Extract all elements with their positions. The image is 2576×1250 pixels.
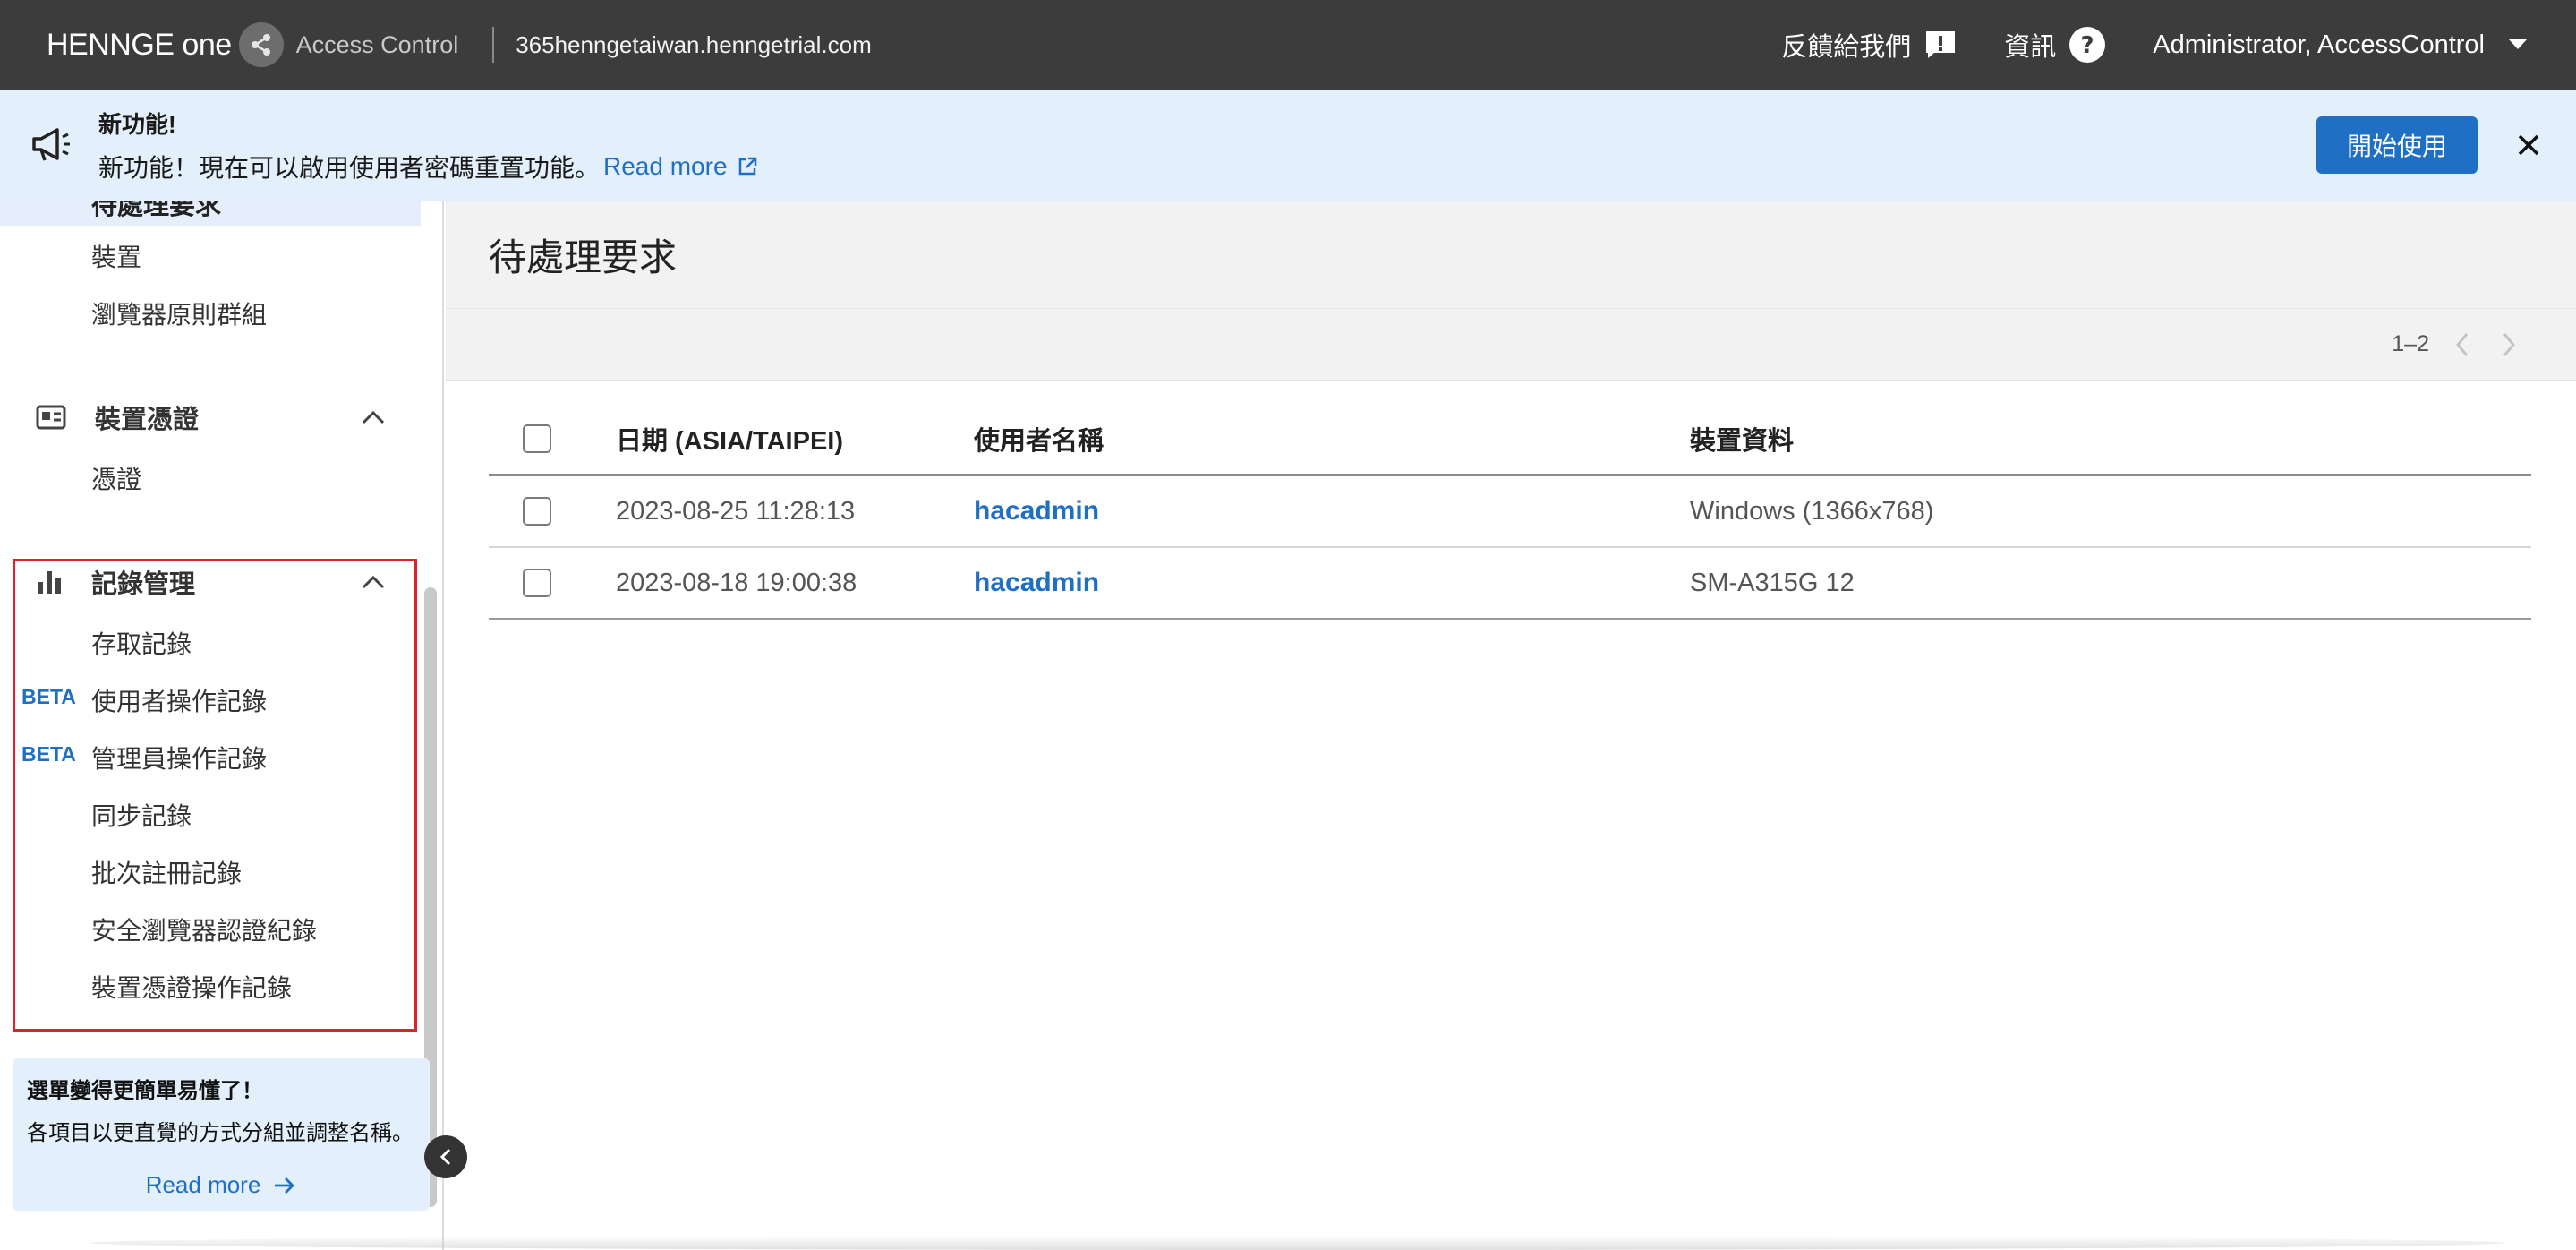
announcement-body: 新功能！現在可以啟用使用者密碼重置功能。 Read more	[98, 149, 758, 184]
row-username: hacadmin	[974, 568, 1690, 598]
help-icon: ?	[2068, 26, 2106, 64]
window-bottom-shadow	[90, 1236, 2506, 1250]
sidebar-item-user-activity-logs[interactable]: 使用者操作記錄	[91, 682, 267, 718]
table-header: 日期 (ASIA/TAIPEI) 使用者名稱 裝置資料	[489, 403, 2531, 476]
row-device: Windows (1366x768)	[1690, 496, 1934, 526]
product-name: Access Control	[295, 30, 459, 58]
share-icon	[238, 22, 284, 67]
chevron-up-icon	[362, 575, 385, 589]
sidebar-item-pending-requests[interactable]: 待處理要求	[0, 201, 421, 226]
notice-title: 選單變得更簡單易懂了！	[27, 1079, 263, 1103]
next-page-button[interactable]	[2501, 331, 2517, 358]
page-header: 待處理要求	[446, 201, 2576, 308]
row-checkbox[interactable]	[523, 497, 551, 526]
menu-update-notice: 選單變得更簡單易懂了！ 各項目以更直覺的方式分組並調整名稱。 Read more	[13, 1058, 430, 1211]
feedback-icon	[1923, 29, 1958, 61]
announcement-banner: 新功能! 新功能！現在可以啟用使用者密碼重置功能。 Read more 開始使用	[0, 90, 2576, 201]
app: HENNGE one Access Control 365henngetaiwa…	[0, 0, 2576, 1250]
tenant-domain: 365henngetaiwan.henngetrial.com	[516, 30, 872, 58]
prev-page-button[interactable]	[2454, 331, 2470, 358]
section-title: 裝置憑證	[95, 406, 200, 434]
announcement-text: 新功能! 新功能！現在可以啟用使用者密碼重置功能。 Read more	[98, 107, 758, 184]
notice-read-more-label: Read more	[145, 1171, 261, 1198]
row-username: hacadmin	[974, 496, 1690, 527]
table-row: 2023-08-25 11:28:13 hacadmin Windows (13…	[489, 476, 2531, 548]
row-checkbox-cell	[489, 497, 616, 526]
section-log-management[interactable]: 記錄管理	[36, 562, 385, 602]
id-card-icon	[36, 405, 66, 430]
row-checkbox-cell	[489, 569, 616, 597]
highlight-box	[13, 559, 417, 1032]
notice-body: 各項目以更直覺的方式分組並調整名稱。	[27, 1121, 414, 1145]
external-link-icon	[738, 157, 756, 175]
select-all-checkbox[interactable]	[523, 424, 551, 453]
sidebar-item-access-logs[interactable]: 存取記錄	[91, 625, 192, 661]
read-more-link[interactable]: Read more	[603, 152, 758, 181]
sidebar-item-browser-policy-groups[interactable]: 瀏覽器原則群組	[91, 295, 267, 331]
get-started-button[interactable]: 開始使用	[2316, 116, 2478, 174]
sidebar-item-label: 待處理要求	[91, 201, 222, 220]
close-icon[interactable]	[2517, 133, 2540, 157]
sidebar-item-devices[interactable]: 裝置	[91, 238, 141, 274]
sidebar-item-bulk-registration-logs[interactable]: 批次註冊記錄	[91, 854, 242, 890]
logo[interactable]: HENNGE one Access Control	[47, 0, 458, 90]
info-label: 資訊	[2004, 33, 2057, 62]
table-row: 2023-08-18 19:00:38 hacadmin SM-A315G 12	[489, 548, 2531, 620]
beta-badge: BETA	[21, 742, 76, 766]
username-link[interactable]: hacadmin	[974, 568, 1099, 597]
divider	[492, 27, 495, 63]
pending-requests-table: 日期 (ASIA/TAIPEI) 使用者名稱 裝置資料 2023-08-25 1…	[489, 403, 2531, 620]
username-link[interactable]: hacadmin	[974, 496, 1099, 526]
read-more-label: Read more	[603, 151, 728, 180]
sidebar-item-device-cert-operation-logs[interactable]: 裝置憑證操作記錄	[91, 969, 292, 1005]
top-bar: HENNGE one Access Control 365henngetaiwa…	[0, 0, 2576, 90]
arrow-right-icon	[275, 1177, 295, 1194]
column-header-username[interactable]: 使用者名稱	[974, 420, 1690, 458]
megaphone-icon	[30, 126, 72, 164]
user-name: Administrator, AccessControl	[2153, 30, 2485, 59]
announcement-title: 新功能!	[98, 110, 176, 138]
feedback-label: 反饋給我們	[1781, 33, 1912, 62]
column-header-device[interactable]: 裝置資料	[1690, 420, 1794, 458]
sidebar-item-sync-logs[interactable]: 同步記錄	[91, 797, 192, 833]
row-checkbox[interactable]	[523, 569, 551, 597]
pagination-range: 1–2	[2392, 331, 2429, 356]
logo-text: HENNGE one	[47, 27, 232, 62]
pagination-bar: 1–2	[446, 308, 2576, 381]
sidebar-item-secure-browser-auth-logs[interactable]: 安全瀏覽器認證紀錄	[91, 912, 317, 947]
user-menu[interactable]: Administrator, AccessControl	[2153, 30, 2528, 60]
notice-read-more-link[interactable]: Read more	[27, 1171, 415, 1199]
sidebar-item-admin-activity-logs[interactable]: 管理員操作記錄	[91, 740, 267, 775]
chevron-left-icon	[2456, 332, 2469, 356]
sidebar: 待處理要求 裝置 瀏覽器原則群組 裝置憑證 憑證 記錄管理 存取記錄 BETA …	[0, 201, 444, 1250]
announcement-message: 新功能！現在可以啟用使用者密碼重置功能。	[98, 153, 601, 182]
info-button[interactable]: 資訊 ?	[2004, 26, 2106, 64]
chevron-right-icon	[2503, 332, 2515, 356]
main-content: 待處理要求 1–2 日期 (ASIA/TAIPEI) 使用者名稱 裝置資料 20…	[446, 201, 2576, 1250]
section-title: 記錄管理	[91, 570, 196, 599]
page-title: 待處理要求	[489, 235, 678, 278]
section-device-certificates[interactable]: 裝置憑證	[36, 398, 385, 437]
svg-text:?: ?	[2081, 32, 2094, 59]
top-actions: 反饋給我們 資訊 ? Administrator, AccessControl	[1781, 0, 2576, 90]
sidebar-item-certificates[interactable]: 憑證	[91, 460, 141, 496]
column-header-date[interactable]: 日期 (ASIA/TAIPEI)	[616, 420, 974, 458]
row-date: 2023-08-18 19:00:38	[616, 568, 857, 597]
chevron-up-icon	[362, 410, 385, 424]
beta-badge: BETA	[21, 685, 76, 708]
bar-chart-icon	[36, 569, 63, 595]
row-device: SM-A315G 12	[1690, 568, 1855, 597]
collapse-sidebar-button[interactable]	[424, 1135, 467, 1178]
header-checkbox-cell	[489, 424, 616, 453]
chevron-left-icon	[439, 1148, 451, 1166]
row-date: 2023-08-25 11:28:13	[616, 496, 856, 526]
feedback-button[interactable]: 反饋給我們	[1781, 26, 1958, 64]
chevron-down-icon	[2508, 39, 2528, 51]
